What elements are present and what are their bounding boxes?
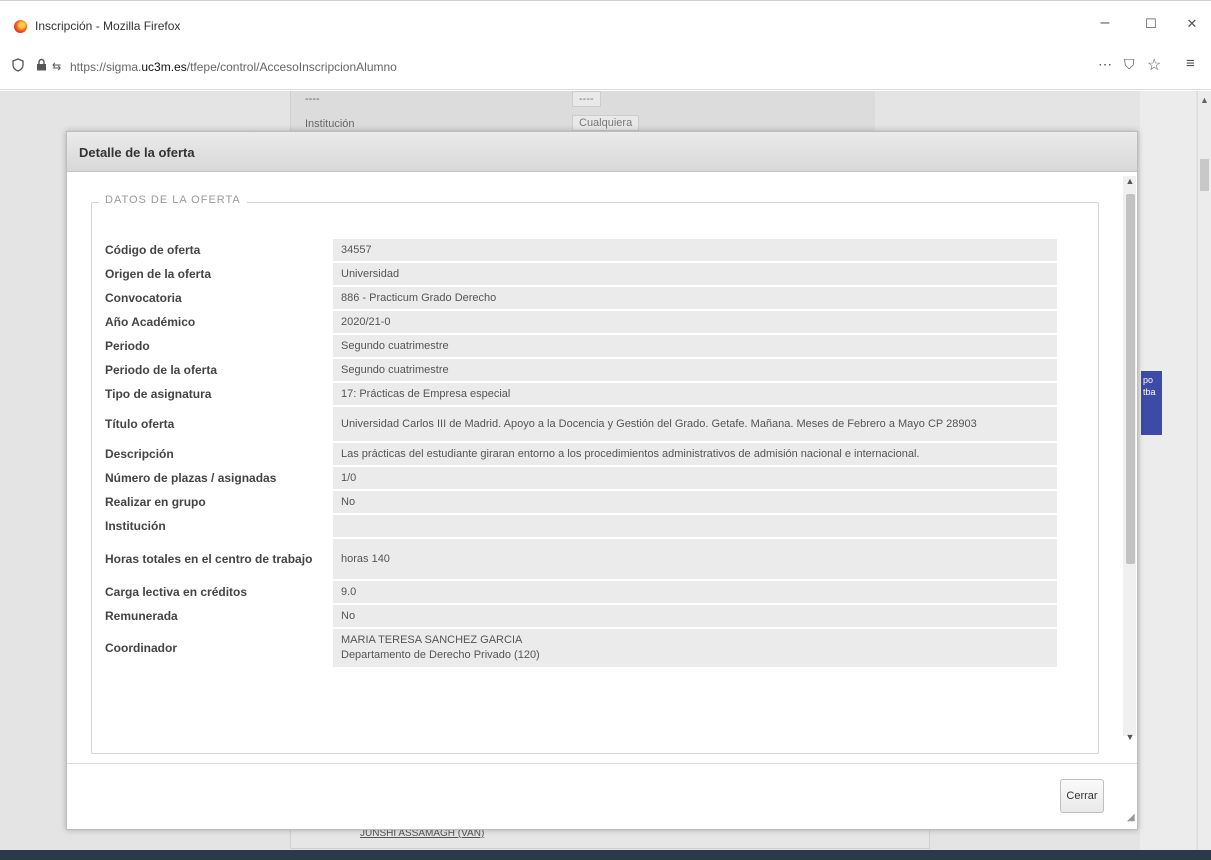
minimize-button[interactable]: – <box>1090 14 1120 32</box>
field-label: Código de oferta <box>105 242 201 257</box>
field-row-periodo-oferta: Periodo de la oferta Segundo cuatrimestr… <box>97 359 1057 381</box>
permissions-icon[interactable]: ⇆ <box>52 60 61 73</box>
background-right-column <box>1140 91 1196 860</box>
field-label: Remunerada <box>105 608 178 623</box>
field-value: 886 - Practicum Grado Derecho <box>333 287 1057 309</box>
field-row-creditos: Carga lectiva en créditos 9.0 <box>97 581 1057 603</box>
maximize-button[interactable]: ☐ <box>1136 16 1166 32</box>
field-value: 1/0 <box>333 467 1057 489</box>
window-titlebar: Inscripción - Mozilla Firefox – ☐ ✕ <box>0 0 1211 44</box>
field-row-convocatoria: Convocatoria 886 - Practicum Grado Derec… <box>97 287 1057 309</box>
field-label: Periodo <box>105 338 150 353</box>
background-select-1: ---- <box>572 91 601 107</box>
field-label: Origen de la oferta <box>105 266 212 281</box>
field-label: Coordinador <box>105 640 177 655</box>
offer-fields: Código de oferta 34557 Origen de la ofer… <box>97 239 1057 669</box>
field-row-horas: Horas totales en el centro de trabajo ho… <box>97 539 1057 579</box>
offer-detail-dialog: Detalle de la oferta DATOS DE LA OFERTA … <box>66 131 1138 830</box>
field-value: Universidad Carlos III de Madrid. Apoyo … <box>333 407 1057 441</box>
field-value: No <box>333 605 1057 627</box>
background-side-badge: po tba <box>1141 371 1162 435</box>
dialog-footer: Cerrar <box>67 763 1137 829</box>
field-value: MARIA TERESA SANCHEZ GARCIA Departamento… <box>333 629 1057 667</box>
coordinator-name: MARIA TERESA SANCHEZ GARCIA <box>341 634 523 646</box>
field-value: No <box>333 491 1057 513</box>
dialog-title: Detalle de la oferta <box>79 145 195 160</box>
resize-grip-icon[interactable]: ◢ <box>1127 812 1135 823</box>
address-bar: ⇆ https://sigma.uc3m.es/tfepe/control/Ac… <box>0 44 1211 90</box>
background-select-institucion: Cualquiera <box>572 115 640 131</box>
field-label: Tipo de asignatura <box>105 386 212 401</box>
page-scrollbar-thumb[interactable] <box>1200 159 1209 191</box>
os-taskbar <box>0 850 1211 860</box>
field-row-codigo: Código de oferta 34557 <box>97 239 1057 261</box>
url-path: /tfepe/control/AccesoInscripcionAlumno <box>186 60 397 74</box>
field-label: Descripción <box>105 446 174 461</box>
dialog-scroll-up-icon[interactable]: ▲ <box>1124 176 1136 186</box>
bookmark-star-icon[interactable]: ☆ <box>1147 55 1161 75</box>
field-row-institucion: Institución <box>97 515 1057 537</box>
shield-icon[interactable] <box>12 58 24 75</box>
field-label: Convocatoria <box>105 290 182 305</box>
field-row-titulo-oferta: Título oferta Universidad Carlos III de … <box>97 407 1057 441</box>
field-label: Número de plazas / asignadas <box>105 470 277 485</box>
field-value: 34557 <box>333 239 1057 261</box>
fieldset-legend: DATOS DE LA OFERTA <box>99 194 247 206</box>
page-actions-icon[interactable]: ⋯ <box>1098 56 1112 73</box>
field-row-periodo: Periodo Segundo cuatrimestre <box>97 335 1057 357</box>
field-label: Realizar en grupo <box>105 494 206 509</box>
background-label-1: ---- <box>305 93 320 105</box>
page-scrollbar[interactable] <box>1197 91 1211 860</box>
field-label: Título oferta <box>105 416 175 431</box>
dialog-scrollbar-thumb[interactable] <box>1126 194 1135 564</box>
close-window-button[interactable]: ✕ <box>1177 16 1207 32</box>
field-row-plazas: Número de plazas / asignadas 1/0 <box>97 467 1057 489</box>
field-row-remunerada: Remunerada No <box>97 605 1057 627</box>
close-button[interactable]: Cerrar <box>1060 779 1104 813</box>
dialog-header: Detalle de la oferta <box>67 132 1137 172</box>
window-title: Inscripción - Mozilla Firefox <box>35 19 181 33</box>
field-value <box>333 515 1057 537</box>
url-field[interactable]: https://sigma.uc3m.es/tfepe/control/Acce… <box>70 60 397 74</box>
firefox-logo-icon <box>14 20 27 33</box>
field-value: 2020/21-0 <box>333 311 1057 333</box>
field-value: Segundo cuatrimestre <box>333 359 1057 381</box>
field-label: Año Académico <box>105 314 196 329</box>
field-label: Periodo de la oferta <box>105 362 218 377</box>
field-value: horas 140 <box>333 539 1057 579</box>
field-value: Segundo cuatrimestre <box>333 335 1057 357</box>
field-value: 17: Prácticas de Empresa especial <box>333 383 1057 405</box>
field-label: Carga lectiva en créditos <box>105 584 248 599</box>
field-label: Institución <box>105 518 166 533</box>
field-row-tipo-asignatura: Tipo de asignatura 17: Prácticas de Empr… <box>97 383 1057 405</box>
field-label: Horas totales en el centro de trabajo <box>105 551 313 566</box>
field-value: Universidad <box>333 263 1057 285</box>
url-prefix: https://sigma. <box>70 60 142 74</box>
field-row-origen: Origen de la oferta Universidad <box>97 263 1057 285</box>
url-domain: uc3m.es <box>141 60 187 74</box>
dialog-scroll-down-icon[interactable]: ▼ <box>1124 732 1136 742</box>
background-label-institucion: Institución <box>305 118 355 130</box>
menu-icon[interactable]: ≡ <box>1186 55 1195 72</box>
lock-icon[interactable] <box>36 58 47 74</box>
coordinator-department: Departamento de Derecho Privado (120) <box>341 649 540 661</box>
field-row-anio-academico: Año Académico 2020/21-0 <box>97 311 1057 333</box>
field-value: 9.0 <box>333 581 1057 603</box>
field-row-descripcion: Descripción Las prácticas del estudiante… <box>97 443 1057 465</box>
field-value: Las prácticas del estudiante giraran ent… <box>333 443 1057 465</box>
pocket-icon[interactable]: ⛉ <box>1124 56 1135 73</box>
field-row-coordinador: Coordinador MARIA TERESA SANCHEZ GARCIA … <box>97 629 1057 667</box>
field-row-grupo: Realizar en grupo No <box>97 491 1057 513</box>
page-scroll-up-icon[interactable]: ▲ <box>1200 95 1209 105</box>
dialog-body: DATOS DE LA OFERTA Código de oferta 3455… <box>67 173 1137 763</box>
